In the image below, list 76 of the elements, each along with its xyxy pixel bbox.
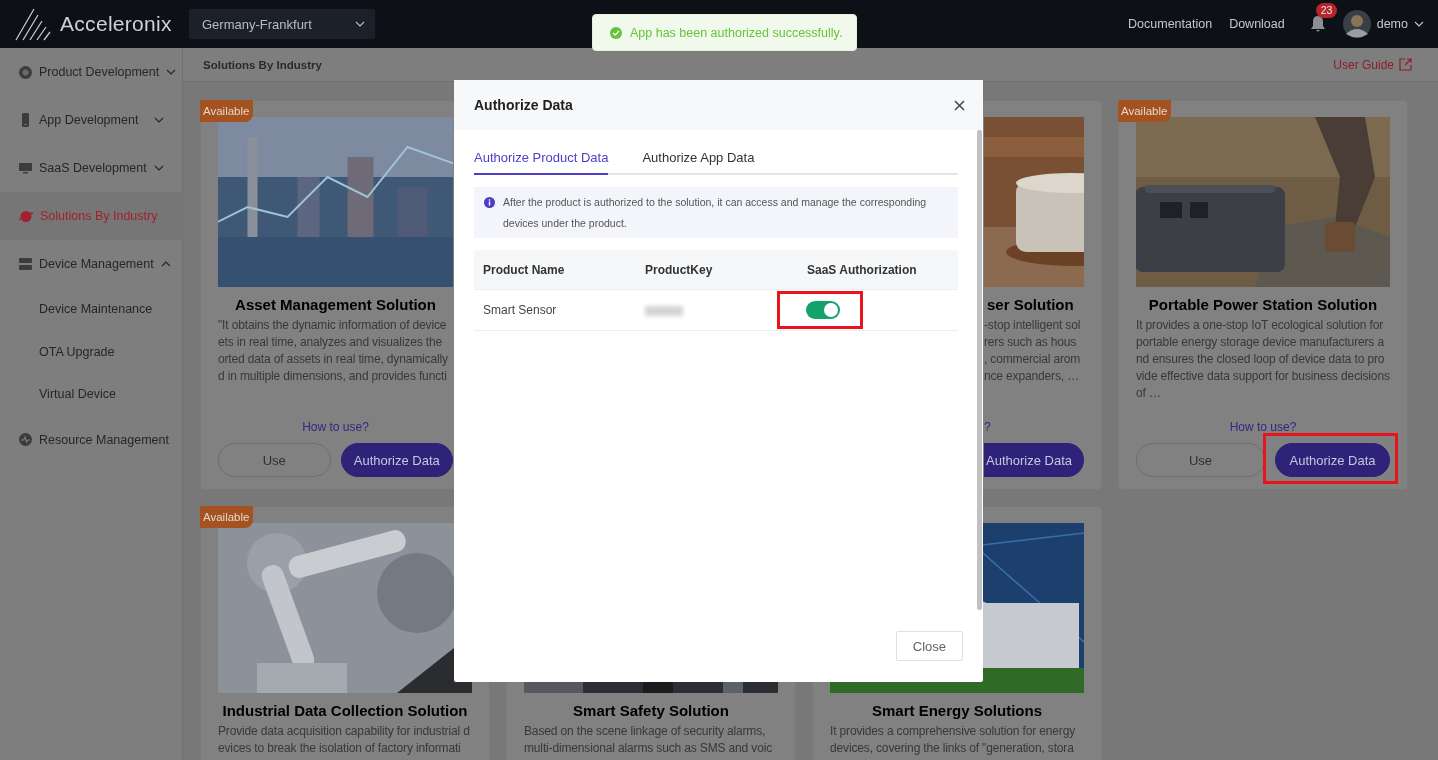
chevron-down-icon bbox=[154, 117, 164, 123]
chevron-down-icon bbox=[166, 69, 177, 75]
description-line: , commercial arom bbox=[984, 351, 1082, 368]
card-description: Based on the scene linkage of security alarms, multi-dimensional alarms such as SMS and voic bbox=[524, 723, 774, 757]
description-line: ets in real time, analyzes and visualizes the bbox=[218, 334, 444, 351]
close-icon bbox=[954, 99, 965, 111]
server-icon bbox=[19, 258, 32, 270]
card-title: Smart Safety Solution bbox=[572, 701, 730, 721]
sidebar-subitem[interactable]: OTA Upgrade bbox=[0, 330, 182, 373]
breadcrumb: Solutions By Industry bbox=[203, 58, 322, 71]
notification-badge: 23 bbox=[1315, 3, 1338, 18]
tab[interactable]: Authorize Product Data bbox=[474, 150, 609, 175]
table-cell: Smart Sensor bbox=[474, 289, 636, 331]
card-description: Provide data acquisition capability for industrial devices to break the isolation of factory informati bbox=[218, 723, 471, 757]
column-header: SaaS Authorization bbox=[798, 250, 958, 290]
region-select[interactable]: Germany-Frankfurt bbox=[189, 9, 375, 39]
avatar-icon bbox=[1342, 10, 1371, 38]
card-title: Asset Management Solution bbox=[234, 295, 437, 315]
sidebar-item[interactable]: Device Management bbox=[0, 240, 182, 288]
toast-message: App has been authorized successfully. bbox=[592, 14, 858, 51]
planet-icon bbox=[19, 209, 33, 223]
toggle-switch[interactable] bbox=[806, 301, 840, 319]
authorize-button[interactable]: Authorize Data bbox=[340, 443, 453, 477]
use-button[interactable]: Use bbox=[1136, 443, 1265, 477]
nav-link[interactable]: Documentation bbox=[1128, 17, 1213, 31]
column-header: ProductKey bbox=[636, 250, 798, 290]
sidebar-item[interactable]: Resource Management bbox=[0, 415, 182, 464]
description-line: rers such as hous bbox=[984, 334, 1078, 351]
chevron-down-icon bbox=[154, 165, 164, 171]
card-title: ser Solution bbox=[987, 295, 1075, 315]
scrollbar[interactable] bbox=[977, 130, 982, 610]
sidebar-item[interactable]: SaaS Development bbox=[0, 144, 182, 192]
phone-icon bbox=[19, 113, 32, 127]
description-line: d in multiple dimensions, and provides functi bbox=[218, 368, 448, 385]
close-button[interactable] bbox=[954, 99, 965, 111]
external-link-icon bbox=[1399, 58, 1412, 71]
monitor-icon bbox=[19, 162, 32, 174]
card-title: Portable Power Station Solution bbox=[1147, 295, 1379, 315]
pulse-icon bbox=[19, 433, 32, 446]
dialog-title: Authorize Data bbox=[474, 97, 573, 113]
status-badge: Available bbox=[1118, 100, 1172, 122]
sidebar-item[interactable]: App Development bbox=[0, 96, 182, 144]
sidebar-subitem[interactable]: Virtual Device bbox=[0, 373, 182, 416]
sidebar-subitem[interactable]: Device Maintenance bbox=[0, 288, 182, 331]
description-line: orted data of assets in real time, dynamically bbox=[218, 351, 449, 368]
info-icon bbox=[484, 197, 495, 208]
column-header: Product Name bbox=[474, 250, 636, 290]
how-to-use-link[interactable]: How to use? bbox=[302, 419, 369, 435]
card-title: Industrial Data Collection Solution bbox=[221, 701, 469, 721]
card-title: Smart Energy Solutions bbox=[870, 701, 1043, 721]
card-description: It provides a comprehensive solution for energy devices, covering the links of "generation, stora bbox=[830, 723, 1077, 757]
check-circle-icon bbox=[610, 26, 622, 39]
tab[interactable]: Authorize App Data bbox=[642, 150, 755, 175]
description-line: "It obtains the dynamic information of device bbox=[218, 317, 448, 334]
close-button[interactable]: Close bbox=[895, 631, 963, 661]
description-line: -stop intelligent sol bbox=[984, 317, 1082, 334]
status-badge: Available bbox=[200, 506, 254, 528]
hexagon-icon bbox=[19, 65, 32, 79]
status-badge: Available bbox=[200, 100, 254, 122]
how-to-use-link[interactable]: How to use? bbox=[1229, 419, 1297, 435]
use-button[interactable]: Use bbox=[218, 443, 331, 477]
user-guide-link[interactable]: User Guide bbox=[1333, 57, 1412, 72]
logo-text: Acceleronix bbox=[60, 12, 172, 36]
chevron-up-icon bbox=[160, 261, 171, 267]
nav-link[interactable]: Download bbox=[1229, 17, 1285, 31]
sidebar-item[interactable]: Product Development bbox=[0, 48, 182, 96]
chevron-down-icon bbox=[1414, 21, 1424, 27]
authorize-button[interactable]: Authorize Data bbox=[1275, 443, 1390, 477]
description-line: nce expanders, … bbox=[984, 368, 1080, 385]
notice-text: After the product is authorized to the solution, it can access and manage the corresponding devices under the product. bbox=[503, 195, 928, 231]
how-to-use-link[interactable]: ? bbox=[984, 419, 991, 435]
card-description: It provides a one-stop IoT ecological solution for portable energy storage device manufacturers and ensures the closed loop of device data to provide effective data support for business decisions of … bbox=[1136, 317, 1390, 402]
user-menu[interactable]: demo bbox=[1342, 10, 1424, 38]
authorize-button[interactable]: Authorize Data bbox=[984, 443, 1084, 477]
chevron-down-icon bbox=[355, 21, 365, 27]
bell-icon[interactable] bbox=[1309, 15, 1326, 33]
